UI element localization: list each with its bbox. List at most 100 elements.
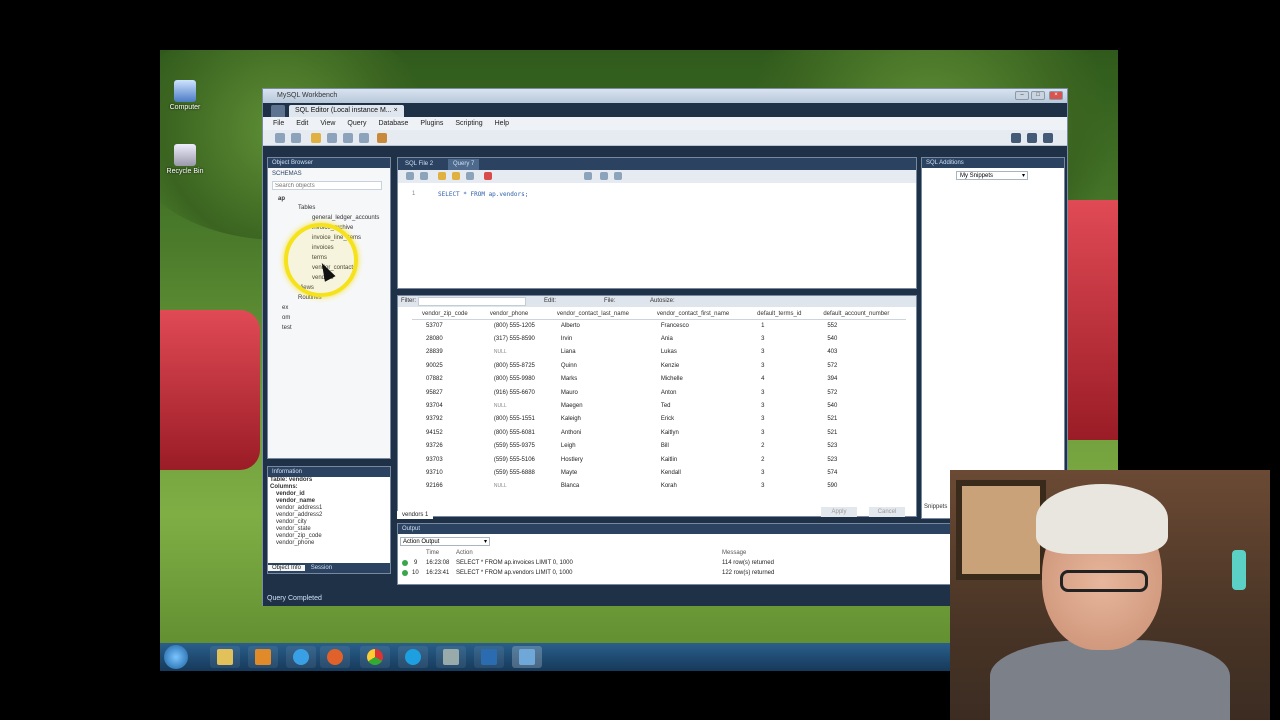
table-cell[interactable]: (800) 555-9980 — [480, 373, 547, 386]
table-cell[interactable]: 572 — [813, 386, 906, 399]
column-header[interactable]: default_account_number — [813, 309, 906, 320]
column-header[interactable]: vendor_phone — [479, 309, 547, 320]
table-cell[interactable]: 93792 — [412, 413, 480, 426]
taskbar-chrome-button[interactable] — [360, 646, 390, 668]
table-cell[interactable]: 1 — [747, 319, 813, 332]
table-row[interactable]: 95827 (916) 555-6670 Mauro Anton 3 572 — [412, 386, 906, 399]
stop-icon[interactable] — [484, 172, 492, 180]
table-cell[interactable]: Michelle — [647, 373, 747, 386]
table-cell[interactable]: 394 — [813, 373, 906, 386]
table-cell[interactable]: Anton — [647, 386, 747, 399]
table-row[interactable]: 93703 (559) 555-5106 Hostlery Kaitlin 2 523 — [412, 453, 906, 466]
menu-view[interactable]: View — [320, 117, 335, 130]
menu-plugins[interactable]: Plugins — [420, 117, 443, 130]
maximize-button[interactable]: □ — [1031, 91, 1045, 100]
table-cell[interactable]: Mayte — [547, 466, 647, 479]
table-cell[interactable]: 590 — [813, 480, 906, 493]
close-button[interactable]: × — [1049, 91, 1063, 100]
table-cell[interactable]: Anthoni — [547, 426, 647, 439]
menu-scripting[interactable]: Scripting — [455, 117, 482, 130]
recycle-bin-desktop-icon[interactable]: Recycle Bin — [160, 144, 210, 175]
table-row[interactable]: 93792 (800) 555-1551 Kaleigh Erick 3 521 — [412, 413, 906, 426]
table-cell[interactable]: 523 — [813, 453, 906, 466]
tables-node[interactable]: Tables — [298, 205, 315, 211]
minimize-button[interactable]: – — [1015, 91, 1029, 100]
word-wrap-icon[interactable] — [614, 172, 622, 180]
table-cell[interactable]: Hostlery — [547, 453, 647, 466]
schema-ap[interactable]: ap — [278, 196, 285, 202]
table-cell[interactable]: 403 — [813, 346, 906, 359]
table-cell[interactable]: 92166 — [412, 480, 480, 493]
table-cell[interactable]: 3 — [747, 413, 813, 426]
invisible-chars-icon[interactable] — [600, 172, 608, 180]
table-cell[interactable]: 574 — [813, 466, 906, 479]
object-search-input[interactable] — [272, 181, 382, 190]
create-view-icon[interactable] — [343, 133, 353, 143]
table-cell[interactable]: 4 — [747, 373, 813, 386]
table-row[interactable]: 94152 (800) 555-6081 Anthoni Kaitlyn 3 521 — [412, 426, 906, 439]
tab-object-info[interactable]: Object Info — [268, 565, 306, 571]
menu-query[interactable]: Query — [347, 117, 366, 130]
table-cell[interactable]: 3 — [747, 466, 813, 479]
table-row[interactable]: 28080 (317) 555-8590 Irvin Ania 3 540 — [412, 332, 906, 345]
table-cell[interactable]: Erick — [647, 413, 747, 426]
tab-sql-file-2[interactable]: SQL File 2 — [400, 159, 438, 170]
execute-icon[interactable] — [438, 172, 446, 180]
table-cell[interactable]: Marks — [547, 373, 647, 386]
table-cell[interactable]: 94152 — [412, 426, 480, 439]
tab-query-7[interactable]: Query 7 — [448, 159, 480, 170]
toggle-secondary-sidebar-icon[interactable] — [1043, 133, 1053, 143]
table-cell[interactable]: Ania — [647, 332, 747, 345]
table-cell[interactable]: 2 — [747, 440, 813, 453]
table-cell[interactable]: (800) 555-8725 — [480, 359, 547, 372]
menu-file[interactable]: File — [273, 117, 284, 130]
snippets-select[interactable]: My Snippets ▾ — [956, 171, 1028, 180]
explain-icon[interactable] — [466, 172, 474, 180]
table-cell[interactable]: 93704 — [412, 399, 480, 412]
result-filter-input[interactable] — [418, 297, 526, 306]
table-cell[interactable]: Kaitlyn — [647, 426, 747, 439]
tab-vendors-1[interactable]: vendors 1 — [397, 511, 434, 519]
find-icon[interactable] — [584, 172, 592, 180]
table-cell[interactable]: Bill — [647, 440, 747, 453]
table-cell[interactable]: 95827 — [412, 386, 480, 399]
save-icon[interactable] — [420, 172, 428, 180]
output-type-select[interactable]: Action Output ▾ — [400, 537, 490, 546]
table-cell[interactable]: 93703 — [412, 453, 480, 466]
table-cell[interactable]: Quinn — [547, 359, 647, 372]
open-file-icon[interactable] — [406, 172, 414, 180]
column-header[interactable]: vendor_contact_first_name — [646, 309, 748, 320]
table-cell[interactable]: Kaitlin — [647, 453, 747, 466]
table-cell[interactable]: 552 — [813, 319, 906, 332]
column-header[interactable]: vendor_zip_code — [412, 309, 480, 320]
apply-button[interactable]: Apply — [821, 507, 857, 517]
start-button[interactable] — [164, 645, 188, 669]
table-cell[interactable]: 07882 — [412, 373, 480, 386]
execute-current-icon[interactable] — [452, 172, 460, 180]
taskbar-workbench-button[interactable] — [512, 646, 542, 668]
taskbar-firefox-button[interactable] — [320, 646, 350, 668]
table-cell[interactable]: 521 — [813, 426, 906, 439]
table-row[interactable]: 93704 NULL Maegen Ted 3 540 — [412, 399, 906, 412]
schema-item[interactable]: test — [282, 325, 292, 331]
sql-text[interactable]: SELECT * FROM ap.vendors; — [438, 191, 528, 198]
sql-editor-tab[interactable]: SQL Editor (Local instance M... × — [289, 105, 404, 117]
table-cell[interactable]: Francesco — [647, 319, 747, 332]
menu-edit[interactable]: Edit — [296, 117, 308, 130]
table-cell[interactable]: Maegen — [547, 399, 647, 412]
table-row[interactable]: 90025 (800) 555-8725 Quinn Kenzie 3 572 — [412, 359, 906, 372]
tab-session[interactable]: Session — [307, 565, 336, 571]
menu-database[interactable]: Database — [378, 117, 408, 130]
table-cell[interactable]: 3 — [747, 399, 813, 412]
table-cell[interactable]: Mauro — [547, 386, 647, 399]
table-cell[interactable]: 28839 — [412, 346, 480, 359]
table-cell[interactable]: NULL — [480, 346, 547, 359]
table-cell[interactable]: 2 — [747, 453, 813, 466]
table-cell[interactable]: Ted — [647, 399, 747, 412]
table-cell[interactable]: 90025 — [412, 359, 480, 372]
taskbar-ie-button[interactable] — [286, 646, 316, 668]
table-cell[interactable]: Liana — [547, 346, 647, 359]
toggle-output-icon[interactable] — [1027, 133, 1037, 143]
table-cell[interactable]: (559) 555-5106 — [480, 453, 547, 466]
column-header[interactable]: vendor_contact_last_name — [546, 309, 647, 320]
